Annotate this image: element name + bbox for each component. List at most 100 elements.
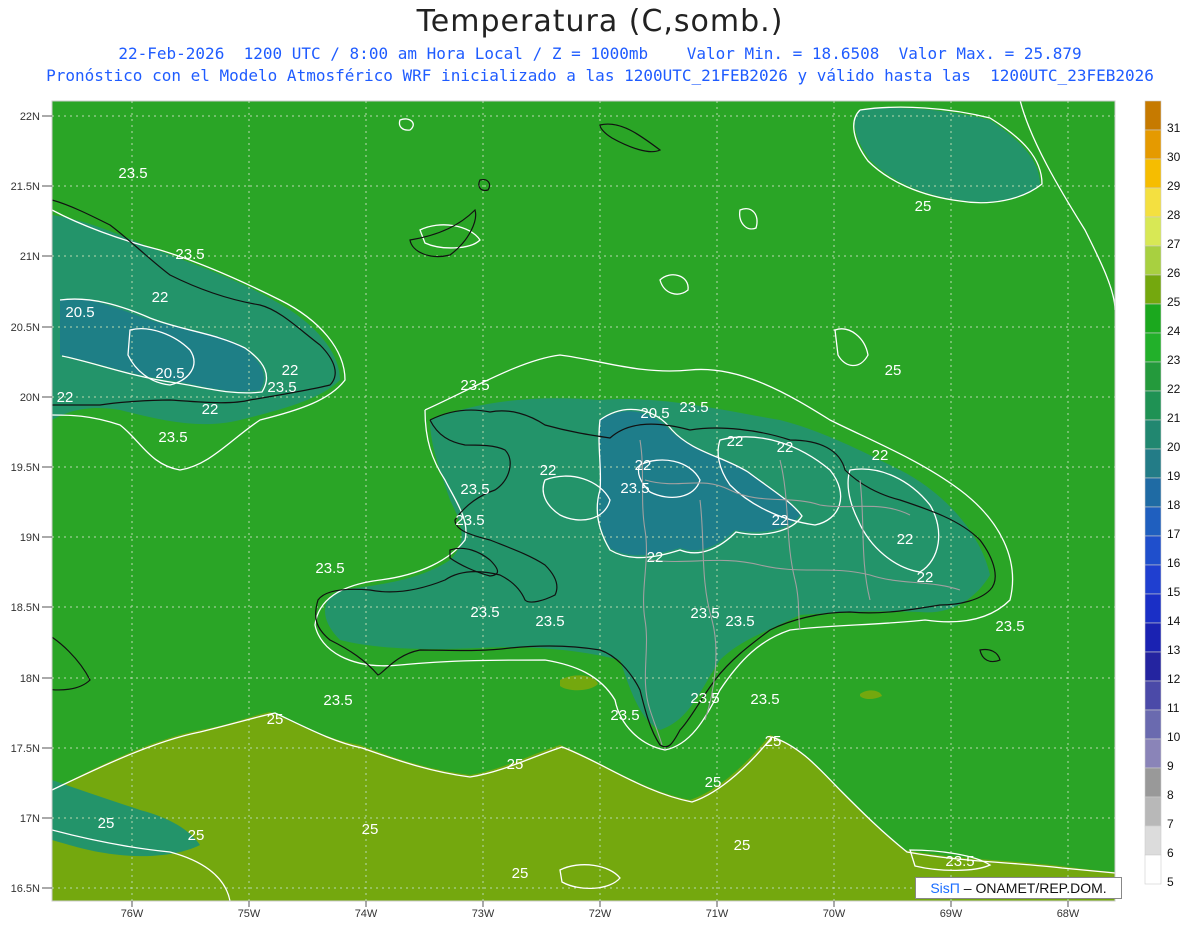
contour-label: 23.5 — [620, 480, 649, 497]
latitude-axis: 22N 21.5N 21N 20.5N 20N 19.5N 19N 18.5N 18N 17.5N… — [11, 111, 52, 895]
colorbar-label: 31 — [1167, 121, 1181, 135]
colorbar-swatch — [1144, 129, 1162, 160]
credit-text: – ONAMET/REP.DOM. — [959, 880, 1107, 896]
colorbar-swatch — [1144, 448, 1162, 479]
lat-tick-label: 21N — [20, 251, 40, 263]
lat-tick-label: 17N — [20, 813, 40, 825]
colorbar-label: 18 — [1167, 498, 1181, 512]
colorbar-label: 17 — [1167, 527, 1181, 541]
contour-label: 23.5 — [460, 481, 489, 498]
colorbar-swatch — [1144, 332, 1162, 363]
contour-label: 23.5 — [945, 853, 974, 870]
contour-label: 23.5 — [470, 604, 499, 621]
contour-label: 22 — [540, 462, 557, 479]
colorbar-label: 13 — [1167, 643, 1181, 657]
contour-label: 25 — [98, 815, 115, 832]
lat-tick-label: 22N — [20, 111, 40, 123]
contour-label: 25 — [705, 774, 722, 791]
contour-label: 25 — [507, 756, 524, 773]
lat-tick-label: 19N — [20, 532, 40, 544]
colorbar-label: 16 — [1167, 556, 1181, 570]
contour-label: 22 — [917, 569, 934, 586]
contour-label: 23.5 — [158, 429, 187, 446]
colorbar-label: 12 — [1167, 672, 1181, 686]
contour-label: 23.5 — [679, 399, 708, 416]
contour-label: 23.5 — [455, 512, 484, 529]
contour-label: 22 — [202, 401, 219, 418]
colorbar-label: 11 — [1167, 701, 1180, 715]
contour-label: 23.5 — [460, 377, 489, 394]
colorbar-swatch — [1144, 187, 1162, 218]
lon-tick-label: 68W — [1057, 908, 1080, 920]
lon-tick-label: 69W — [940, 908, 963, 920]
colorbar-label: 22 — [1167, 382, 1181, 396]
contour-label: 23.5 — [610, 707, 639, 724]
lat-tick-label: 18.5N — [11, 602, 40, 614]
colorbar-swatch — [1144, 738, 1162, 769]
colorbar-label: 26 — [1167, 266, 1181, 280]
colorbar-swatch — [1144, 158, 1162, 189]
colorbar-swatch — [1144, 274, 1162, 305]
sispi-brand: SisΠ — [930, 880, 960, 896]
contour-label: 23.5 — [995, 618, 1024, 635]
colorbar-label: 28 — [1167, 208, 1181, 222]
colorbar-swatch — [1144, 303, 1162, 334]
lat-tick-label: 21.5N — [11, 181, 40, 193]
contour-label: 25 — [765, 733, 782, 750]
contour-label: 22 — [772, 512, 789, 529]
lat-tick-label: 17.5N — [11, 743, 40, 755]
contour-label: 22 — [635, 457, 652, 474]
lon-tick-label: 70W — [823, 908, 846, 920]
colorbar-label: 24 — [1167, 324, 1181, 338]
colorbar-label: 15 — [1167, 585, 1181, 599]
lon-tick-label: 71W — [706, 908, 729, 920]
colorbar-label: 25 — [1167, 295, 1181, 309]
colorbar-swatch — [1144, 564, 1162, 595]
colorbar-swatch — [1144, 419, 1162, 450]
map-plot-area — [52, 101, 1115, 901]
colorbar-label: 27 — [1167, 237, 1181, 251]
colorbar-label: 7 — [1167, 817, 1174, 831]
colorbar-label: 5 — [1167, 875, 1174, 889]
lon-tick-label: 75W — [238, 908, 261, 920]
contour-label: 23.5 — [315, 560, 344, 577]
colorbar-swatch — [1144, 477, 1162, 508]
contour-label: 22 — [897, 531, 914, 548]
colorbar-swatch — [1144, 216, 1162, 247]
contour-label: 23.5 — [535, 613, 564, 630]
lat-tick-label: 20.5N — [11, 322, 40, 334]
contour-label: 22 — [282, 362, 299, 379]
colorbar-swatch — [1144, 622, 1162, 653]
contour-label: 23.5 — [267, 379, 296, 396]
colorbar-label: 30 — [1167, 150, 1181, 164]
colorbar-swatch — [1144, 506, 1162, 537]
contour-label: 23.5 — [690, 690, 719, 707]
lat-tick-label: 19.5N — [11, 462, 40, 474]
contour-label: 25 — [362, 821, 379, 838]
contour-label: 25 — [885, 362, 902, 379]
colorbar: 31 30 29 28 27 26 25 24 23 22 21 20 19 18 17 16 15 14 13 12… — [1144, 100, 1181, 889]
longitude-axis: 76W 75W 74W 73W 72W 71W 70W 69W 68W — [121, 901, 1080, 920]
colorbar-swatch — [1144, 390, 1162, 421]
contour-label: 23.5 — [690, 605, 719, 622]
contour-label: 22 — [727, 433, 744, 450]
colorbar-label: 14 — [1167, 614, 1181, 628]
colorbar-swatch — [1144, 854, 1162, 885]
colorbar-label: 23 — [1167, 353, 1181, 367]
contour-label: 20.5 — [65, 304, 94, 321]
contour-label: 22 — [152, 289, 169, 306]
colorbar-label: 8 — [1167, 788, 1174, 802]
contour-label: 23.5 — [725, 613, 754, 630]
contour-label: 23.5 — [175, 246, 204, 263]
contour-label: 25 — [267, 711, 284, 728]
colorbar-swatch — [1144, 535, 1162, 566]
colorbar-label: 10 — [1167, 730, 1181, 744]
lon-tick-label: 72W — [589, 908, 612, 920]
colorbar-swatch — [1144, 796, 1162, 827]
lon-tick-label: 76W — [121, 908, 144, 920]
contour-label: 22 — [777, 439, 794, 456]
contour-label: 25 — [915, 198, 932, 215]
colorbar-label: 29 — [1167, 179, 1181, 193]
colorbar-swatch — [1144, 361, 1162, 392]
colorbar-label: 9 — [1167, 759, 1174, 773]
